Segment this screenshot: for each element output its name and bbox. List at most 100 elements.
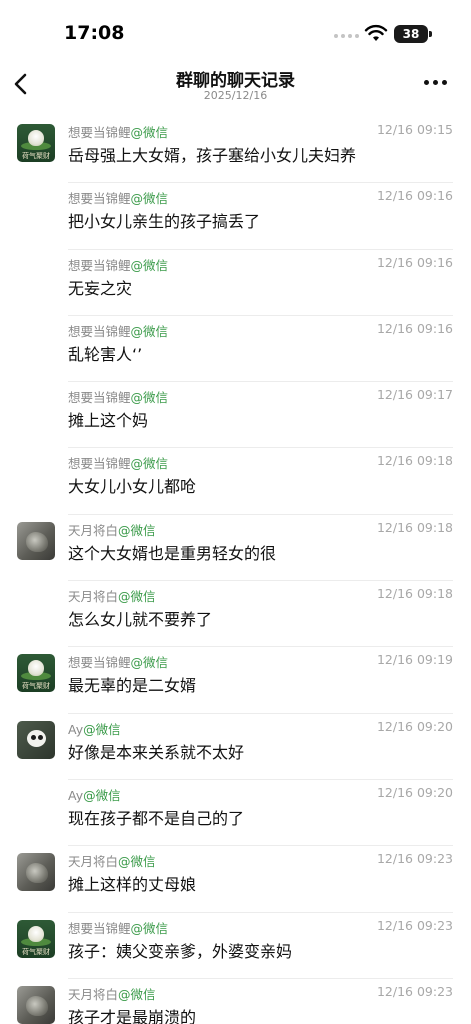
message-item[interactable]: 想要当锦鲤@微信 12/16 09:17 摊上这个妈 xyxy=(0,382,471,449)
sender-source: @微信 xyxy=(130,655,169,671)
sender-name: 天月将白 xyxy=(68,854,119,870)
message-time: 12/16 09:19 xyxy=(376,652,453,668)
message-item[interactable]: 天月将白@微信 12/16 09:23 摊上这样的丈母娘 xyxy=(0,846,471,913)
sender-name: 想要当锦鲤 xyxy=(68,456,131,472)
sender-source: @微信 xyxy=(118,854,156,870)
message-text: 乱轮害人‘’ xyxy=(68,344,143,364)
message-time: 12/16 09:20 xyxy=(376,784,453,800)
sender-source: @微信 xyxy=(83,721,121,737)
avatar-caption: 荷气聚财 xyxy=(22,947,50,956)
message-sender: 想要当锦鲤@微信 xyxy=(68,188,168,207)
sender-source: @微信 xyxy=(130,125,169,140)
message-sender: 想要当锦鲤@微信 xyxy=(68,255,168,274)
message-sender: 天月将白@微信 xyxy=(68,520,156,539)
sender-source: @微信 xyxy=(130,920,169,936)
message-sender: 想要当锦鲤@微信 xyxy=(68,918,168,937)
sender-name: 想要当锦鲤 xyxy=(68,257,131,273)
message-text: 岳母强上大女婿，孩子塞给小女儿夫妇养 xyxy=(68,146,357,165)
message-text: 把小女儿亲生的孩子搞丢了 xyxy=(68,212,261,232)
sender-name: 天月将白 xyxy=(68,986,119,1002)
sender-source: @微信 xyxy=(130,456,169,472)
message-time: 12/16 09:16 xyxy=(376,320,453,336)
message-sender: 想要当锦鲤@微信 xyxy=(68,321,168,340)
message-time: 12/16 09:18 xyxy=(376,453,453,469)
avatar-caption: 荷气聚财 xyxy=(22,152,50,160)
message-item[interactable]: 天月将白@微信 12/16 09:18 这个大女婿也是重男轻女的很 xyxy=(0,515,471,582)
battery-nub xyxy=(429,31,432,37)
more-options-button[interactable] xyxy=(424,80,448,88)
message-sender: 想要当锦鲤@微信 xyxy=(68,652,168,671)
message-sender: Ay@微信 xyxy=(68,785,121,804)
message-text: 无妄之灾 xyxy=(68,278,133,298)
sender-name: 想要当锦鲤 xyxy=(68,655,131,671)
sender-source: @微信 xyxy=(130,191,169,207)
message-text: 现在孩子都不是自己的了 xyxy=(68,808,245,828)
message-item[interactable]: 荷气聚财 想要当锦鲤@微信 12/16 09:15 岳母强上大女婿，孩子塞给小女儿夫妇… xyxy=(0,117,471,184)
battery-icon: 38 xyxy=(394,25,428,43)
sender-name: 想要当锦鲤 xyxy=(68,191,131,207)
message-time: 12/16 09:16 xyxy=(376,188,453,204)
message-time: 12/16 09:16 xyxy=(376,254,453,270)
message-time: 12/16 09:23 xyxy=(376,851,453,867)
lotus-avatar[interactable]: 荷气聚财 xyxy=(17,919,55,958)
message-time: 12/16 09:23 xyxy=(376,983,453,999)
message-text: 摊上这个妈 xyxy=(68,411,149,431)
signal-icon xyxy=(334,34,360,40)
message-sender: 天月将白@微信 xyxy=(68,586,156,605)
cat-avatar[interactable] xyxy=(17,521,55,560)
message-sender: Ay@微信 xyxy=(68,719,121,738)
message-sender: 想要当锦鲤@微信 xyxy=(68,453,168,472)
message-text: 怎么女儿就不要养了 xyxy=(68,610,213,630)
message-text: 摊上这样的丈母娘 xyxy=(68,875,197,895)
message-time: 12/16 09:18 xyxy=(376,586,453,602)
cat-avatar[interactable] xyxy=(17,985,55,1024)
sender-name: 想要当锦鲤 xyxy=(68,125,131,140)
wifi-icon xyxy=(364,24,388,41)
message-sender: 天月将白@微信 xyxy=(68,851,156,870)
message-text: 这个大女婿也是重男轻女的很 xyxy=(68,543,277,563)
lotus-avatar[interactable]: 荷气聚财 xyxy=(17,124,55,162)
message-text: 好像是本来关系就不太好 xyxy=(68,742,245,762)
message-item[interactable]: 想要当锦鲤@微信 12/16 09:16 无妄之灾 xyxy=(0,250,471,316)
page-subtitle-date: 2025/12/16 xyxy=(203,89,268,102)
message-item[interactable]: 天月将白@微信 12/16 09:23 孩子才是最崩溃的 xyxy=(0,979,471,1024)
sender-source: @微信 xyxy=(118,589,156,605)
sender-name: 想要当锦鲤 xyxy=(68,920,131,936)
sender-source: @微信 xyxy=(130,323,169,339)
message-item[interactable]: 荷气聚财 想要当锦鲤@微信 12/16 09:19 最无辜的是二女婿 xyxy=(0,647,471,714)
message-item[interactable]: 想要当锦鲤@微信 12/16 09:16 把小女儿亲生的孩子搞丢了 xyxy=(0,183,471,250)
sender-name: 想要当锦鲤 xyxy=(68,390,131,406)
message-time: 12/16 09:23 xyxy=(376,917,453,933)
message-sender: 想要当锦鲤@微信 xyxy=(68,122,168,141)
sender-name: Ay xyxy=(68,787,84,803)
message-time: 12/16 09:18 xyxy=(376,519,453,535)
cat-avatar[interactable] xyxy=(17,853,55,892)
sender-source: @微信 xyxy=(130,257,169,273)
message-item[interactable]: 天月将白@微信 12/16 09:18 怎么女儿就不要养了 xyxy=(0,581,471,648)
message-item[interactable]: 想要当锦鲤@微信 12/16 09:18 大女儿小女儿都呛 xyxy=(0,448,471,515)
sender-name: 天月将白 xyxy=(68,522,119,538)
message-time: 12/16 09:17 xyxy=(376,387,453,403)
sender-name: 想要当锦鲤 xyxy=(68,323,131,339)
sender-name: Ay xyxy=(68,721,84,737)
avatar-caption: 荷气聚财 xyxy=(22,682,50,691)
message-item[interactable]: 荷气聚财 想要当锦鲤@微信 12/16 09:23 孩子：姨父变亲爹，外婆变亲妈 xyxy=(0,913,471,979)
sender-source: @微信 xyxy=(118,522,156,538)
status-bar: 17:08 38 xyxy=(0,0,471,64)
message-sender: 想要当锦鲤@微信 xyxy=(68,387,168,406)
message-sender: 天月将白@微信 xyxy=(68,984,156,1003)
message-item[interactable]: 想要当锦鲤@微信 12/16 09:16 乱轮害人‘’ xyxy=(0,316,471,383)
sender-name: 天月将白 xyxy=(68,589,119,605)
message-time: 12/16 09:20 xyxy=(376,718,453,734)
lotus-avatar[interactable]: 荷气聚财 xyxy=(17,654,55,693)
message-list: 荷气聚财 想要当锦鲤@微信 12/16 09:15 岳母强上大女婿，孩子塞给小女儿夫妇… xyxy=(0,117,471,1024)
status-time: 17:08 xyxy=(64,22,125,44)
message-time: 12/16 09:15 xyxy=(376,122,453,137)
panda-avatar[interactable] xyxy=(17,720,55,759)
sender-source: @微信 xyxy=(83,787,121,803)
message-item[interactable]: Ay@微信 12/16 09:20 现在孩子都不是自己的了 xyxy=(0,780,471,847)
message-text: 孩子：姨父变亲爹，外婆变亲妈 xyxy=(68,941,293,961)
nav-bar: 群聊的聊天记录 2025/12/16 xyxy=(0,60,471,110)
message-text: 孩子才是最崩溃的 xyxy=(68,1007,197,1024)
message-item[interactable]: Ay@微信 12/16 09:20 好像是本来关系就不太好 xyxy=(0,714,471,780)
